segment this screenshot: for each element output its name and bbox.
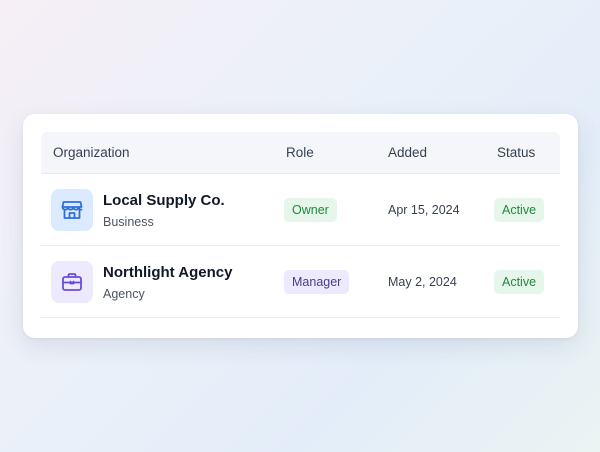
status-badge: Active [494,198,545,222]
role-badge: Owner [284,198,337,222]
org-type: Agency [103,287,145,301]
header-organization[interactable]: Organization [53,132,130,174]
table-header: Organization Role Added Status [41,132,560,174]
added-date: May 2, 2024 [388,275,457,289]
org-avatar [51,261,93,303]
header-role[interactable]: Role [286,132,314,174]
table-row[interactable]: Local Supply Co. Business Owner Apr 15, … [41,174,560,246]
briefcase-icon [62,273,82,291]
added-date: Apr 15, 2024 [388,203,460,217]
org-name[interactable]: Northlight Agency [103,264,232,281]
org-avatar [51,189,93,231]
header-added[interactable]: Added [388,132,427,174]
header-status[interactable]: Status [497,132,535,174]
org-type: Business [103,215,154,229]
storefront-icon [61,201,83,219]
table-row[interactable]: Northlight Agency Agency Manager May 2, … [41,246,560,318]
organizations-card: Organization Role Added Status Local Sup… [23,114,578,338]
organizations-table: Organization Role Added Status Local Sup… [41,132,560,318]
status-badge: Active [494,270,545,294]
role-badge: Manager [284,270,350,294]
org-name[interactable]: Local Supply Co. [103,192,225,209]
